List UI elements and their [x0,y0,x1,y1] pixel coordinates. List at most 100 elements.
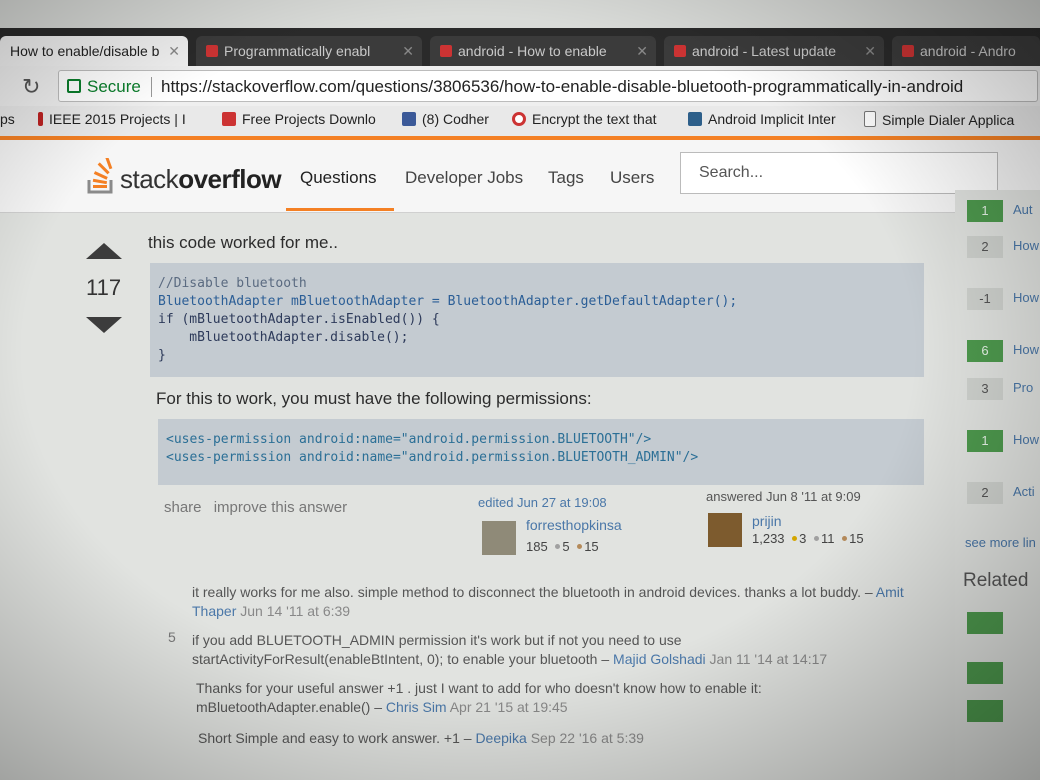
facebook-icon [402,112,416,126]
silver-badge-count: 5 [562,539,570,554]
upvote-arrow-icon[interactable] [86,243,122,259]
close-icon[interactable]: ✕ [636,36,648,66]
bronze-badge-count: 15 [849,531,864,546]
linked-title[interactable]: Aut [1013,202,1033,217]
site-logo[interactable]: stackoverflow [120,164,282,195]
comment-author[interactable]: Chris Sim [386,699,447,715]
nav-developer-jobs[interactable]: Developer Jobs [405,168,523,188]
comment-votes: 5 [168,629,176,645]
tab[interactable]: android - Latest update ✕ [664,36,884,66]
linked-score[interactable]: -1 [967,288,1003,310]
comment-date: Sep 22 '16 at 5:39 [530,730,644,746]
bookmark-label: (8) Codher [422,111,489,127]
vote-count: 117 [86,275,122,300]
silver-badge-icon [555,544,561,549]
nav-tags[interactable]: Tags [548,168,584,188]
bookmark-label: Encrypt the text that [532,111,657,127]
answer-intro-text: this code worked for me.. [148,233,338,252]
favicon-icon [902,45,914,57]
linked-title[interactable]: How [1013,342,1039,357]
avatar[interactable] [482,521,516,555]
page-icon [688,112,702,126]
code-line: mBluetoothAdapter.disable(); [158,330,409,345]
search-input[interactable]: Search... [680,152,998,194]
reload-icon[interactable]: ↻ [22,74,40,100]
linked-score[interactable]: 1 [967,430,1003,452]
answered-timestamp[interactable]: answered Jun 8 '11 at 9:09 [706,489,861,504]
bookmark-encrypt[interactable]: Encrypt the text that [512,111,657,127]
bookmark-label: Free Projects Downlo [242,111,376,127]
tab-label: android - Andro [920,43,1016,59]
downvote-arrow-icon[interactable] [86,317,122,333]
linked-score[interactable]: 2 [967,482,1003,504]
logo-text-bold: overflow [178,164,282,194]
linked-score[interactable]: 1 [967,200,1003,222]
comment: it really works for me also. simple meth… [192,584,904,619]
answer-paragraph: For this to work, you must have the foll… [156,389,592,408]
avatar[interactable] [708,513,742,547]
search-placeholder: Search... [699,164,764,181]
related-score-badge[interactable] [967,700,1003,722]
nav-users[interactable]: Users [610,168,654,188]
linked-title[interactable]: How [1013,432,1039,447]
close-icon[interactable]: ✕ [864,36,876,66]
bookmarks-bar: ps IEEE 2015 Projects | I Free Projects … [0,106,1040,137]
tab-label: android - How to enable [458,43,607,59]
editor-reputation: 185 5 15 [526,539,599,554]
url-input[interactable]: Secure https://stackoverflow.com/questio… [58,70,1038,102]
edited-timestamp[interactable]: edited Jun 27 at 19:08 [478,495,607,510]
screen: How to enable/disable b ✕ Programmatical… [0,0,1040,780]
code-line: BluetoothAdapter mBluetoothAdapter = Blu… [158,294,738,309]
comment-text: if you add BLUETOOTH_ADMIN permission it… [192,632,682,667]
tab[interactable]: android - Andro [892,36,1040,66]
linked-score[interactable]: 3 [967,378,1003,400]
related-heading: Related [963,570,1029,591]
tab[interactable]: Programmatically enabl ✕ [196,36,422,66]
target-icon [512,112,526,126]
address-bar: ↻ Secure https://stackoverflow.com/quest… [0,66,1040,106]
editor-username[interactable]: forresthopkinsa [526,517,622,533]
fp-icon [222,112,236,126]
edited-signature: edited Jun 27 at 19:08 [478,495,607,510]
close-icon[interactable]: ✕ [168,36,180,66]
bookmark-free-projects[interactable]: Free Projects Downlo [222,111,376,127]
bookmark-ieee[interactable]: IEEE 2015 Projects | I [38,111,186,127]
bookmark-android-implicit[interactable]: Android Implicit Inter [688,111,836,127]
code-line: } [158,348,166,363]
bookmark-apps[interactable]: ps [0,111,15,127]
related-score-badge[interactable] [967,612,1003,634]
document-icon [864,111,876,127]
improve-answer-link[interactable]: improve this answer [214,499,347,516]
tab[interactable]: android - How to enable ✕ [430,36,656,66]
favicon-icon [674,45,686,57]
linked-title[interactable]: Pro [1013,380,1033,395]
comment-text: Short Simple and easy to work answer. +1 [198,730,460,746]
tab-active[interactable]: How to enable/disable b ✕ [0,36,188,66]
reputation-score: 185 [526,539,548,554]
linked-title[interactable]: Acti [1013,484,1035,499]
code-line: if (mBluetoothAdapter.isEnabled()) { [158,312,440,327]
lock-icon [67,79,81,93]
separator [151,77,152,97]
linked-title[interactable]: How [1013,290,1039,305]
tab-label: How to enable/disable b [10,43,160,59]
code-line: //Disable bluetooth [158,276,307,291]
share-link[interactable]: share [164,499,202,516]
answerer-username[interactable]: prijin [752,513,782,529]
comment-author[interactable]: Deepika [475,730,526,746]
bookmark-label: Android Implicit Inter [708,111,836,127]
nav-questions[interactable]: Questions [300,168,377,188]
answerer-reputation: 1,233 3 11 15 [752,531,864,546]
related-score-badge[interactable] [967,662,1003,684]
see-more-linked-link[interactable]: see more lin [965,535,1036,550]
close-icon[interactable]: ✕ [402,36,414,66]
comment-author[interactable]: Majid Golshadi [613,651,706,667]
stackoverflow-logo-icon[interactable] [86,158,116,194]
bookmark-simple-dialer[interactable]: Simple Dialer Applica [864,111,1014,128]
bookmark-codher[interactable]: (8) Codher [402,111,489,127]
linked-score[interactable]: 6 [967,340,1003,362]
comment-text: it really works for me also. simple meth… [192,584,861,600]
linked-score[interactable]: 2 [967,236,1003,258]
linked-title[interactable]: How [1013,238,1039,253]
bookmark-icon [38,112,43,126]
